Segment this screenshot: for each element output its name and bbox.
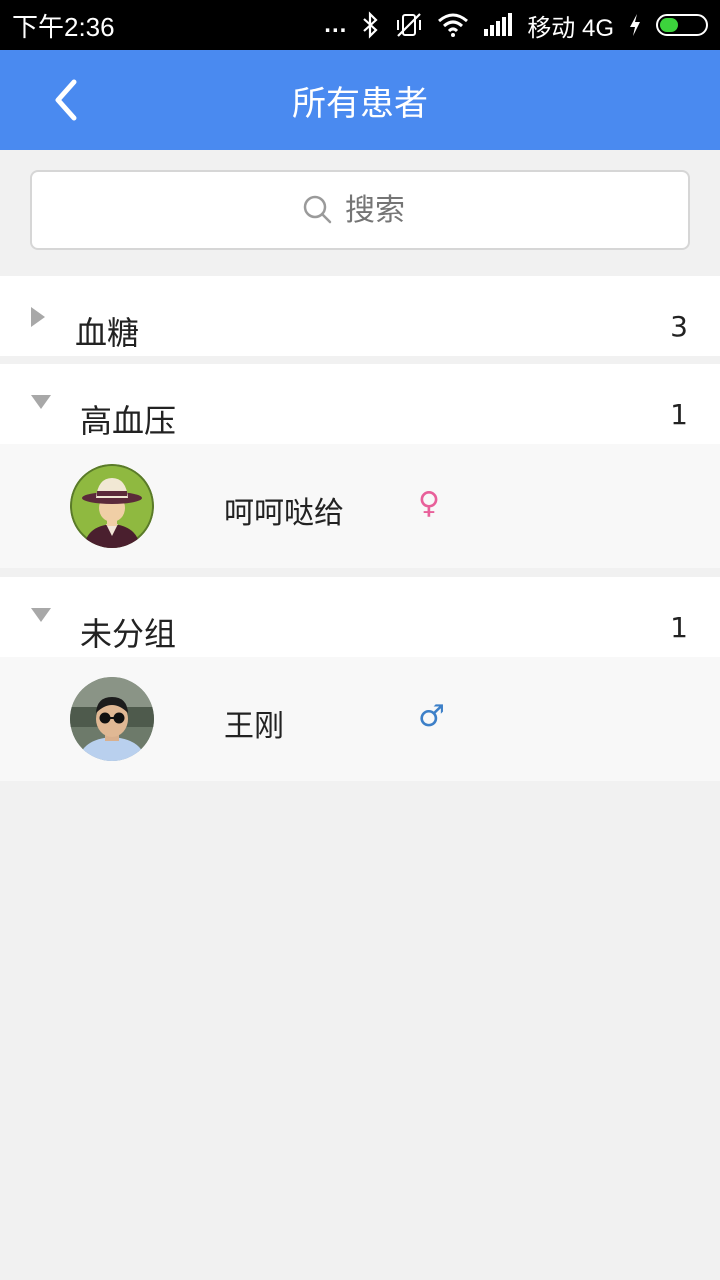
- male-icon: ♂: [418, 699, 445, 734]
- patient-row[interactable]: 呵呵哒给 ♀: [0, 444, 720, 568]
- charging-icon: [628, 13, 642, 37]
- battery-level: [660, 18, 678, 32]
- search-icon: [303, 195, 332, 224]
- group-name: 血糖: [75, 314, 140, 352]
- group-count: 1: [670, 611, 688, 644]
- group-name: 高血压: [80, 402, 177, 440]
- caret-down-icon: [31, 395, 51, 409]
- wifi-icon: [437, 12, 469, 38]
- female-icon: ♀: [418, 486, 440, 521]
- group-header-ungrouped[interactable]: 未分组 1: [0, 577, 720, 657]
- patient-row[interactable]: 王刚 ♂: [0, 657, 720, 781]
- bluetooth-icon: [361, 11, 381, 39]
- battery-icon: [656, 14, 708, 36]
- back-button[interactable]: [40, 75, 90, 125]
- dots-icon: ...: [324, 11, 348, 38]
- search-box[interactable]: [30, 170, 690, 250]
- page-title: 所有患者: [292, 83, 428, 124]
- vibrate-off-icon: [395, 11, 423, 39]
- status-bar: 下午2:36 ... 移动 4G: [0, 0, 720, 50]
- signal-icon: [483, 13, 513, 37]
- chevron-left-icon: [55, 79, 77, 121]
- group-count: 1: [670, 398, 688, 431]
- patient-name: 呵呵哒给: [224, 496, 344, 531]
- status-icons: ... 移动 4G: [324, 8, 708, 43]
- search-input[interactable]: [343, 191, 417, 229]
- cartoon-hat-avatar: [70, 464, 154, 548]
- status-time: 下午2:36: [12, 11, 115, 42]
- group-name: 未分组: [80, 615, 177, 653]
- avatar: [70, 464, 154, 548]
- caret-right-icon: [31, 307, 45, 327]
- header-bar: 所有患者: [0, 50, 720, 150]
- avatar: [70, 677, 154, 761]
- patient-name: 王刚: [224, 709, 284, 744]
- group-header-blood-sugar[interactable]: 血糖 3: [0, 276, 720, 356]
- carrier-label: 移动 4G: [527, 14, 614, 42]
- group-count: 3: [670, 310, 688, 343]
- caret-down-icon: [31, 608, 51, 622]
- photo-avatar: [70, 677, 154, 761]
- group-header-hypertension[interactable]: 高血压 1: [0, 364, 720, 444]
